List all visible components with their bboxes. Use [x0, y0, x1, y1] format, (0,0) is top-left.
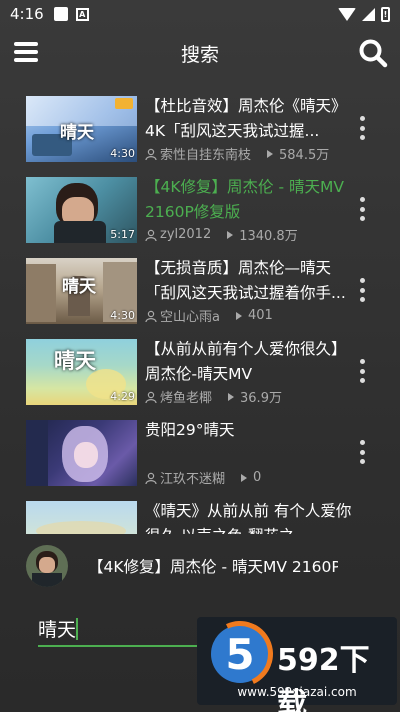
menu-icon[interactable] [14, 40, 38, 64]
duration-label: 4:29 [110, 390, 135, 403]
now-playing-bar[interactable]: 【4K修复】周杰伦 - 晴天MV 2160P... [0, 540, 400, 594]
duration-label: 4:30 [110, 309, 135, 322]
page-title: 搜索 [180, 43, 219, 66]
notification-icon [53, 7, 68, 21]
play-count: 401 [247, 308, 273, 323]
video-meta: 烤鱼老椰 36.9万 [145, 387, 355, 406]
video-meta: 索性自挂东南枝 584.5万 [145, 144, 355, 163]
list-item[interactable]: 晴天 4:30 【无损音质】周杰伦—晴天「刮风这天我试过握着你手... 空山心雨… [0, 254, 400, 335]
thumbnail-caption: 晴天 [54, 348, 96, 373]
thumbnail-caption: 晴天 [60, 123, 94, 143]
play-count: 1340.8万 [239, 229, 298, 244]
user-icon [145, 472, 157, 484]
video-title[interactable]: 贵阳29°晴天 [145, 418, 355, 443]
user-icon [145, 391, 157, 403]
user-icon [145, 310, 157, 322]
battery-icon: ! [381, 6, 390, 22]
video-thumbnail[interactable]: 晴天 4:30 [26, 96, 137, 162]
watermark-brand: 592下载 [277, 643, 370, 712]
search-input[interactable] [38, 610, 198, 646]
author-name: zyl2012 [160, 227, 212, 242]
play-count-icon [235, 311, 242, 320]
video-title[interactable]: 【从前从前有个人爱你很久】周杰伦-晴天MV [145, 337, 355, 387]
app-notification-icon: A [75, 7, 89, 21]
play-count: 0 [253, 470, 262, 485]
video-title[interactable]: 【4K修复】周杰伦 - 晴天MV 2160P修复版 [145, 175, 355, 225]
author-name: 烤鱼老椰 [160, 391, 213, 406]
signal-icon [362, 7, 375, 21]
video-title[interactable]: 《晴天》从前从前 有个人爱你很久 以声之色 翻花之 [145, 499, 355, 534]
video-thumbnail[interactable]: 晴天 4:29 [26, 339, 137, 405]
play-count-icon [241, 473, 248, 482]
text-cursor [76, 618, 78, 640]
video-meta: zyl2012 1340.8万 [145, 225, 355, 244]
video-title[interactable]: 【杜比音效】周杰伦《晴天》4K「刮风这天我试过握... [145, 94, 355, 144]
more-options-icon[interactable] [360, 197, 366, 221]
video-meta: 江玖不迷糊 0 [145, 468, 355, 487]
user-icon [145, 229, 157, 241]
video-title[interactable]: 【无损音质】周杰伦—晴天「刮风这天我试过握着你手... [145, 256, 355, 306]
play-count: 36.9万 [240, 391, 282, 406]
more-options-icon[interactable] [360, 440, 366, 464]
list-item[interactable]: 晴天 4:29 【从前从前有个人爱你很久】周杰伦-晴天MV 烤鱼老椰 36.9万 [0, 335, 400, 416]
play-count-icon [228, 392, 235, 401]
duration-label: 4:30 [110, 147, 135, 160]
now-playing-cover[interactable] [26, 545, 68, 587]
watermark-logo: 5 592下载 www.592xiazai.com [197, 611, 397, 712]
search-icon[interactable] [358, 38, 388, 68]
top-bar: 搜索 [0, 30, 400, 76]
wifi-icon [338, 7, 356, 21]
author-name: 索性自挂东南枝 [160, 148, 252, 163]
status-bar: 4:16 A ! [0, 0, 400, 28]
more-options-icon[interactable] [360, 278, 366, 302]
list-item[interactable]: 晴天 4:30 【杜比音效】周杰伦《晴天》4K「刮风这天我试过握... 索性自挂… [0, 92, 400, 173]
thumbnail-caption: 晴天 [62, 277, 96, 297]
more-options-icon[interactable] [360, 359, 366, 383]
play-count: 584.5万 [279, 148, 330, 163]
play-count-icon [267, 149, 274, 158]
user-icon [145, 148, 157, 160]
list-item[interactable]: 5:17 【4K修复】周杰伦 - 晴天MV 2160P修复版 zyl2012 1… [0, 173, 400, 254]
duration-label: 5:17 [110, 228, 135, 241]
watermark-url: www.592xiazai.com [237, 685, 357, 699]
video-thumbnail[interactable] [26, 420, 137, 486]
more-options-icon[interactable] [360, 116, 366, 140]
video-thumbnail[interactable]: 晴天 4:30 [26, 258, 137, 324]
status-time: 4:16 [10, 5, 44, 23]
list-item[interactable]: 贵阳29°晴天 江玖不迷糊 0 [0, 416, 400, 497]
author-name: 空山心雨a [160, 310, 220, 325]
author-name: 江玖不迷糊 [160, 472, 226, 487]
video-thumbnail[interactable]: 5:17 [26, 177, 137, 243]
now-playing-title[interactable]: 【4K修复】周杰伦 - 晴天MV 2160P... [88, 555, 338, 577]
play-count-icon [227, 230, 234, 239]
results-list: 晴天 4:30 【杜比音效】周杰伦《晴天》4K「刮风这天我试过握... 索性自挂… [0, 92, 400, 534]
video-meta: 空山心雨a 401 [145, 306, 355, 325]
watermark-emblem: 5 [197, 611, 283, 697]
video-thumbnail[interactable] [26, 501, 137, 534]
list-item[interactable]: 《晴天》从前从前 有个人爱你很久 以声之色 翻花之 [0, 497, 400, 534]
